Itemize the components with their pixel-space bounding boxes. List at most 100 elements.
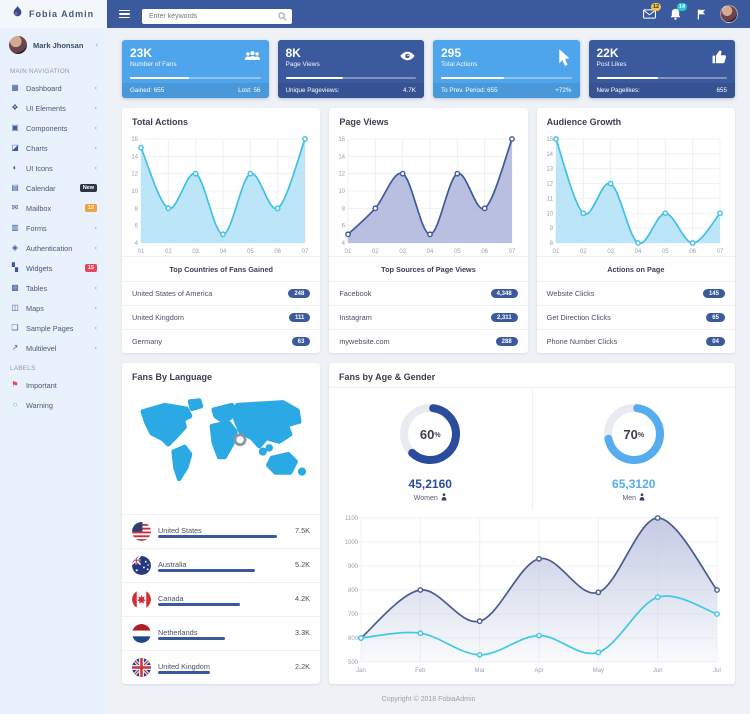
- sidebar-nav-item[interactable]: ❏ Sample Pages ‹: [0, 318, 107, 338]
- svg-text:Mar: Mar: [474, 668, 484, 674]
- svg-text:May: May: [593, 668, 604, 674]
- sidebar-nav-item[interactable]: ❖ UI Elements ‹: [0, 98, 107, 118]
- card-title: Total Actions: [122, 108, 320, 132]
- sidebar-nav-item[interactable]: ↗ Multilevel ‹: [0, 338, 107, 358]
- svg-text:12: 12: [546, 182, 553, 188]
- gauge-value: 65,3120: [533, 477, 736, 491]
- list-item: mywebsite.com 288: [329, 329, 527, 353]
- svg-text:04: 04: [634, 249, 641, 255]
- nav-item-label: Mailbox: [26, 204, 51, 213]
- svg-text:700: 700: [348, 612, 359, 618]
- svg-text:900: 900: [348, 564, 359, 570]
- nav-item-label: Sample Pages: [26, 324, 73, 333]
- sidebar-nav-item[interactable]: ▤ Calendar New ‹: [0, 178, 107, 198]
- gender-gauge: 60% 45,2160 Women: [329, 388, 532, 509]
- nav-item-label: Multilevel: [26, 344, 56, 353]
- sidebar-label-item[interactable]: ○ Warning: [0, 395, 107, 415]
- nav-item-label: Widgets: [26, 264, 52, 273]
- nav-item-label: UI Elements: [26, 104, 66, 113]
- list-item-badge: 288: [496, 337, 518, 346]
- labels-section-label: LABELS: [0, 358, 107, 375]
- svg-text:01: 01: [345, 249, 352, 255]
- nav-item-icon: ◪: [10, 144, 20, 152]
- nav-item-label: UI Icons: [26, 164, 53, 173]
- sidebar-nav-item[interactable]: ▥ Forms ‹: [0, 218, 107, 238]
- search-icon[interactable]: [278, 8, 287, 17]
- country-flag-icon: [132, 658, 151, 677]
- list-item-badge: 111: [289, 313, 310, 322]
- nav-item-icon: ◫: [10, 304, 20, 312]
- nav-item-icon: ▣: [10, 124, 20, 132]
- list-item: Website Clicks 145: [537, 281, 735, 305]
- svg-text:01: 01: [552, 249, 559, 255]
- country-flag-icon: [132, 624, 151, 643]
- world-map: [122, 387, 320, 514]
- list-item-label: mywebsite.com: [339, 337, 389, 346]
- list-item-label: Phone Number Clicks: [547, 337, 618, 346]
- sidebar-nav-item[interactable]: ▚ Widgets 15 ‹: [0, 258, 107, 278]
- sidebar-nav-item[interactable]: ▣ Components ‹: [0, 118, 107, 138]
- flag-icon[interactable]: [694, 7, 708, 21]
- svg-text:8: 8: [549, 241, 553, 247]
- stat-foot-left: Unique Pageviews:: [286, 87, 340, 94]
- country-name: Australia: [158, 560, 186, 569]
- svg-text:12: 12: [131, 172, 138, 178]
- country-flag-icon: [132, 522, 151, 541]
- country-value: 5.2K: [295, 560, 310, 569]
- sidebar-nav-item[interactable]: ▦ Dashboard ‹: [0, 78, 107, 98]
- sidebar-nav-item[interactable]: ◫ Maps ‹: [0, 298, 107, 318]
- sidebar-avatar: [9, 36, 27, 54]
- app-title: Fobia Admin: [29, 9, 94, 19]
- nav-item-badge: New: [80, 184, 97, 192]
- donut-chart: 60%: [394, 398, 466, 470]
- nav-item-label: Charts: [26, 144, 48, 153]
- sidebar-label-item[interactable]: ⚑ Important: [0, 375, 107, 395]
- svg-text:Jan: Jan: [356, 668, 366, 674]
- nav-item-label: Tables: [26, 284, 47, 293]
- svg-text:4: 4: [342, 241, 346, 247]
- stat-foot-left: New Pagelikes:: [597, 87, 640, 94]
- sidebar-nav-item[interactable]: ▩ Tables ‹: [0, 278, 107, 298]
- list-item-badge: 65: [706, 313, 725, 322]
- list-item: United Kingdom 111: [122, 305, 320, 329]
- sidebar-nav-item[interactable]: ✉ Mailbox 12 ‹: [0, 198, 107, 218]
- sidebar-nav-item[interactable]: ◪ Charts ‹: [0, 138, 107, 158]
- chevron-left-icon: ‹: [95, 285, 97, 292]
- sidebar-nav-item[interactable]: ◐ UI Icons ‹: [0, 158, 107, 178]
- card-title: Fans by Age & Gender: [329, 363, 735, 387]
- svg-text:4: 4: [135, 241, 139, 247]
- svg-text:1100: 1100: [345, 516, 359, 522]
- progress-bar: [597, 77, 728, 79]
- list-item: Instagram 2,311: [329, 305, 527, 329]
- donut-chart: 70%: [598, 398, 670, 470]
- sidebar-user-menu[interactable]: Mark Jhonsan ‹: [0, 28, 107, 61]
- progress-bar: [286, 77, 417, 79]
- sidebar-nav-item[interactable]: ◈ Authentication ‹: [0, 238, 107, 258]
- logo: Fobia Admin: [0, 0, 107, 28]
- nav-item-icon: ▤: [10, 184, 20, 192]
- card-title: Fans By Language: [122, 363, 320, 387]
- messages-icon[interactable]: 12: [642, 7, 656, 21]
- user-avatar[interactable]: [720, 5, 738, 23]
- svg-text:13: 13: [546, 167, 553, 173]
- svg-text:14: 14: [339, 154, 346, 160]
- country-value: 7.5K: [295, 526, 310, 535]
- person-icon: [639, 493, 645, 503]
- users-icon: [244, 48, 261, 63]
- sidebar: Mark Jhonsan ‹ MAIN NAVIGATION ▦ Dashboa…: [0, 28, 107, 714]
- map-marker: [235, 435, 245, 445]
- list-item-label: Website Clicks: [547, 289, 595, 298]
- svg-text:04: 04: [220, 249, 227, 255]
- svg-text:07: 07: [716, 249, 723, 255]
- svg-text:07: 07: [302, 249, 309, 255]
- hamburger-menu-icon[interactable]: [119, 10, 130, 19]
- language-row: Canada 4.2K: [122, 582, 320, 616]
- country-progress: [158, 569, 310, 572]
- notifications-bell-icon[interactable]: 14: [668, 7, 682, 21]
- chevron-left-icon: ‹: [95, 225, 97, 232]
- search-input[interactable]: [142, 9, 292, 24]
- stat-card-post-likes: 22K Post Likes New Pagelikes: 655: [589, 40, 736, 98]
- language-row: United States 7.5K: [122, 514, 320, 548]
- page-views-chart: 4681012141601020304050607: [334, 132, 522, 256]
- country-flag-icon: [132, 556, 151, 575]
